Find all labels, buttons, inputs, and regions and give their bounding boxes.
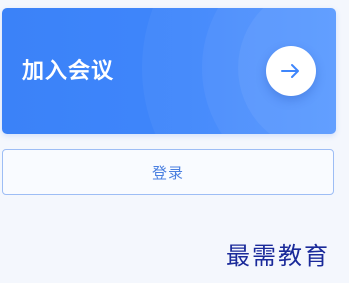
arrow-right-icon bbox=[281, 63, 301, 79]
join-meeting-card[interactable]: 加入会议 bbox=[2, 8, 336, 134]
brand-watermark: 最需教育 bbox=[226, 242, 330, 270]
login-button[interactable]: 登录 bbox=[2, 149, 334, 195]
join-meeting-arrow-button[interactable] bbox=[266, 46, 316, 96]
join-meeting-title: 加入会议 bbox=[22, 59, 115, 84]
login-button-label: 登录 bbox=[151, 163, 184, 182]
